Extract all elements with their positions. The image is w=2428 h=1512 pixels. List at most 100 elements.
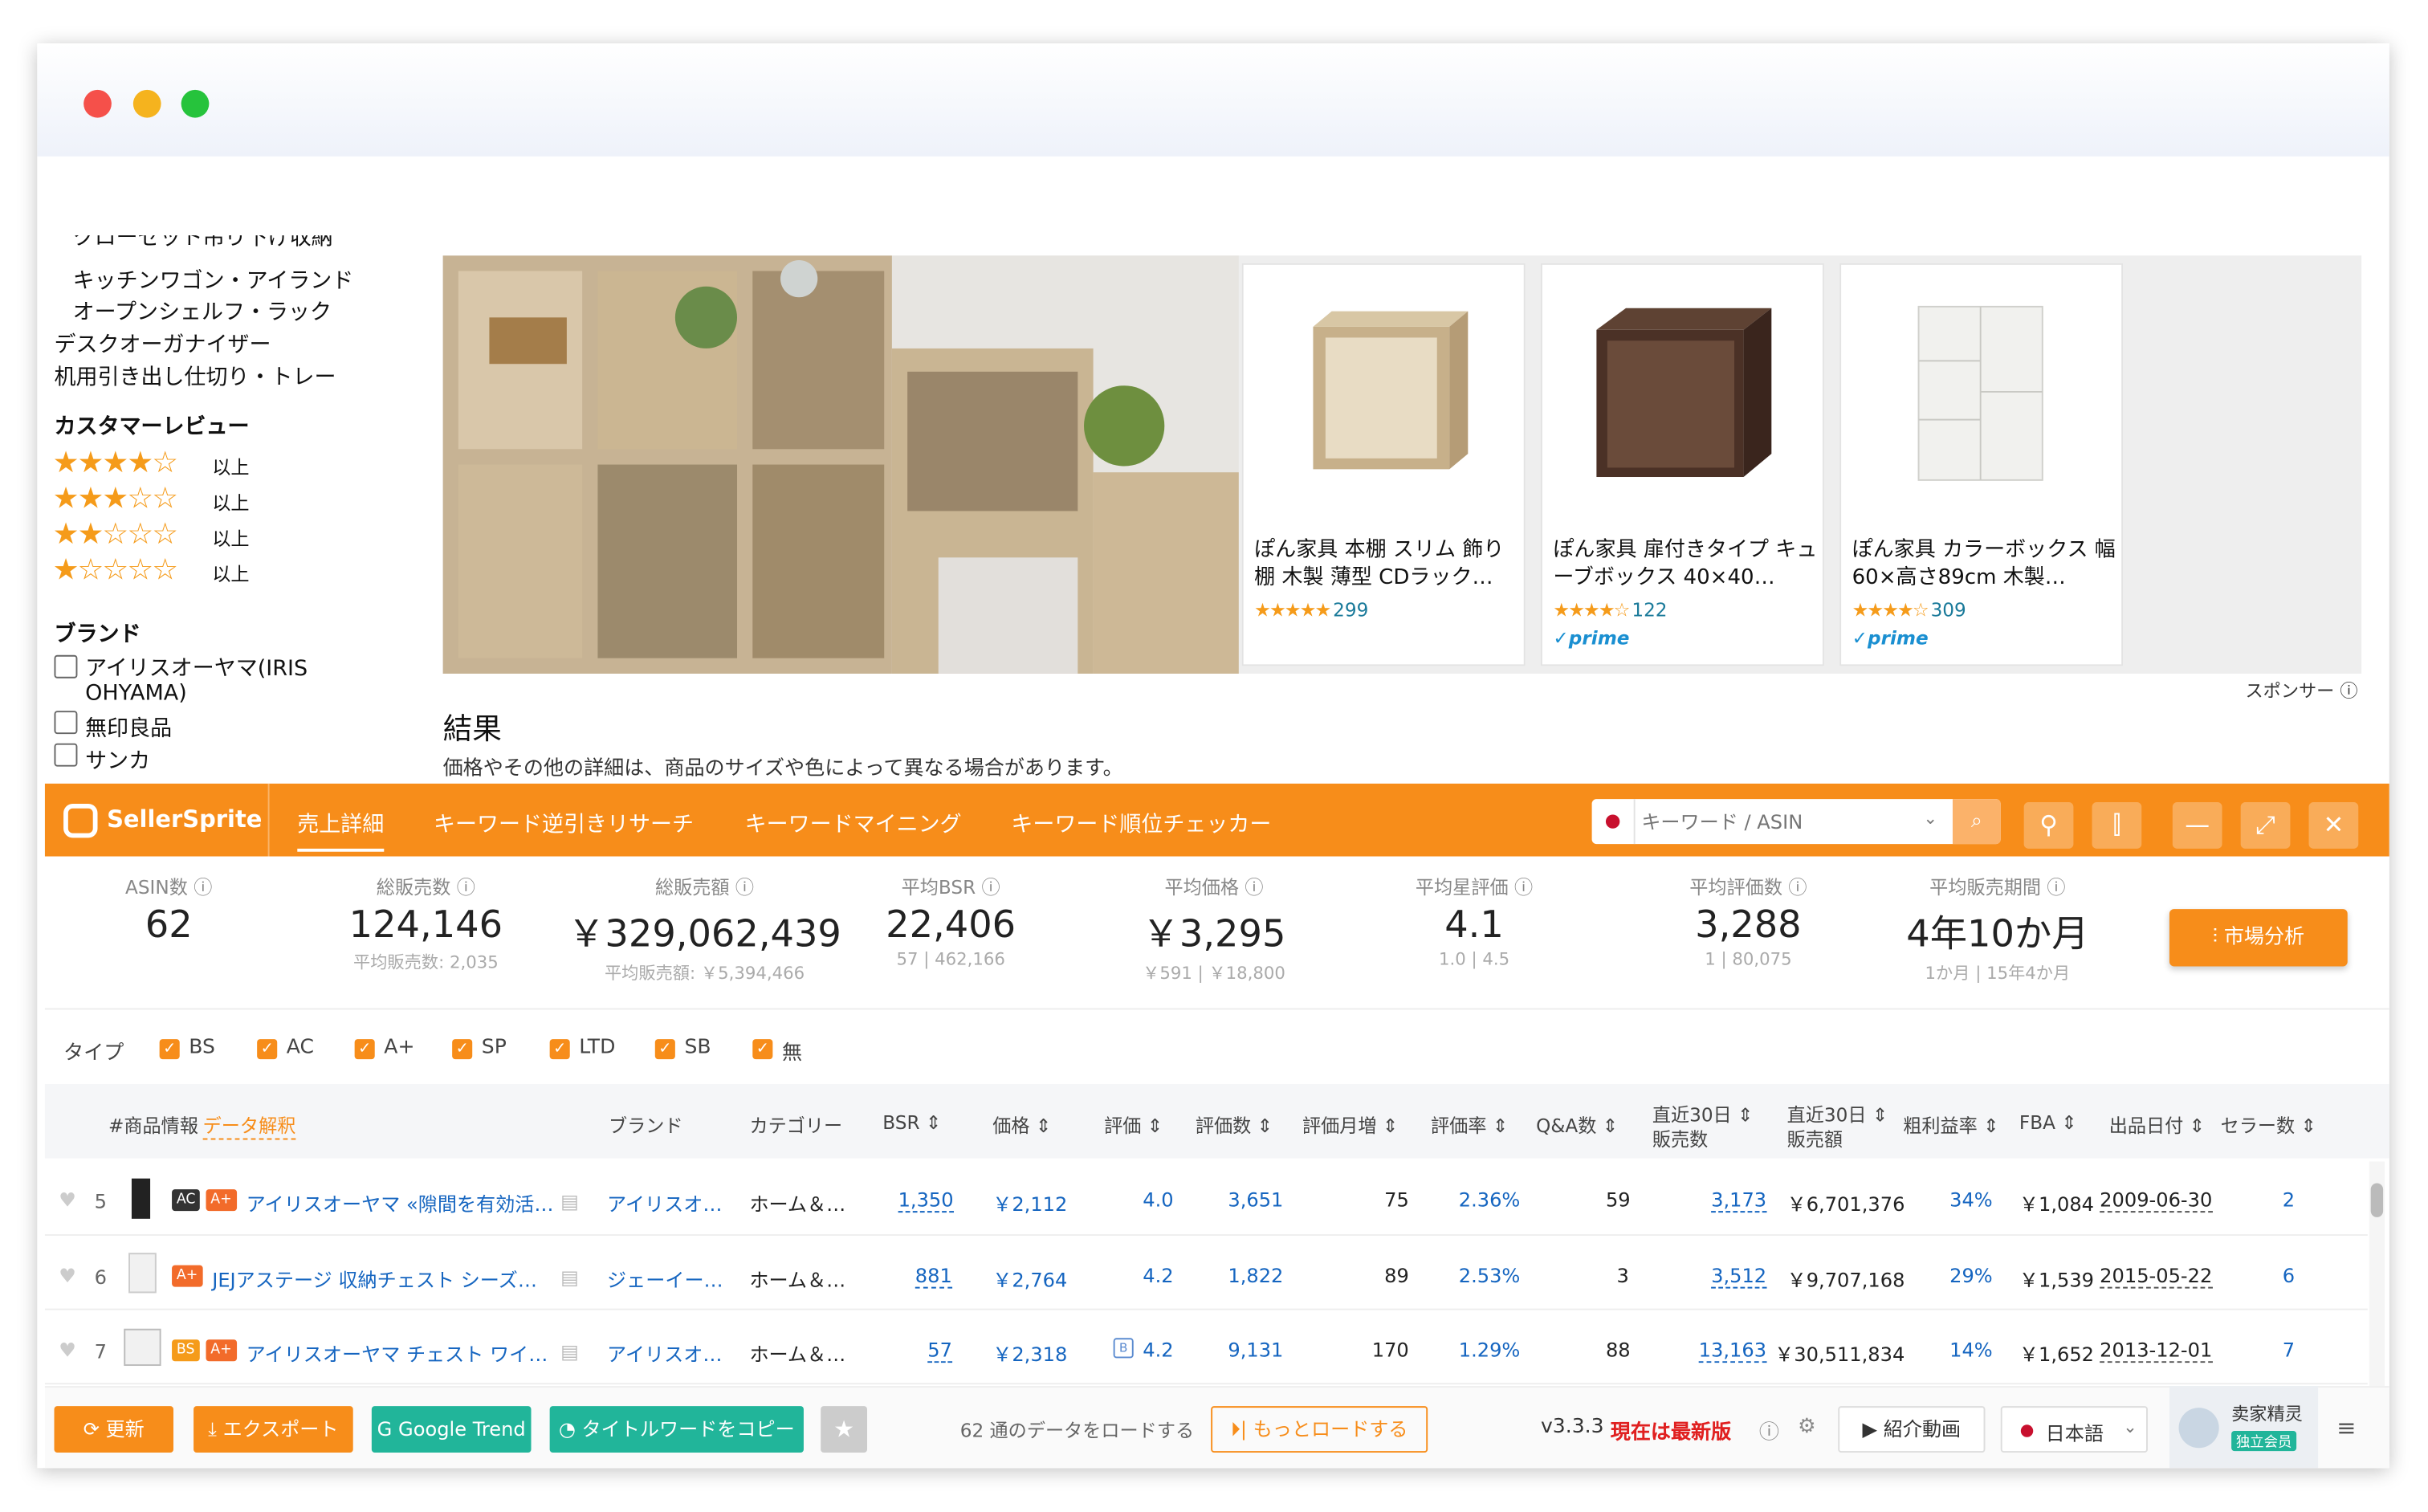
- tab-reverse-keyword[interactable]: キーワード逆引きリサーチ: [434, 809, 694, 840]
- help-icon[interactable]: ⓘ: [1759, 1416, 1779, 1445]
- brand-cell[interactable]: ジェーイー…: [607, 1264, 723, 1294]
- export-button[interactable]: ⤓ エクスポート: [194, 1406, 353, 1453]
- gear-icon[interactable]: ⚙: [1798, 1416, 1815, 1439]
- keyword-asin-input[interactable]: [1641, 805, 1921, 838]
- tab-keyword-mining[interactable]: キーワードマイニング: [745, 809, 962, 840]
- product-thumbnail[interactable]: [128, 1253, 157, 1294]
- stars-3-icon[interactable]: ★★★☆☆: [53, 482, 179, 516]
- product-title-link[interactable]: アイリスオーヤマ «隙間を有効活…: [246, 1188, 554, 1217]
- review-up-label[interactable]: 以上: [212, 525, 249, 552]
- type-label-ac[interactable]: AC: [287, 1036, 314, 1059]
- category-link-kitchen[interactable]: キッチンワゴン・アイランド: [73, 265, 354, 296]
- type-checkbox-sp[interactable]: ✓: [452, 1039, 473, 1060]
- menu-icon[interactable]: ≡: [2336, 1414, 2356, 1442]
- review-up-label[interactable]: 以上: [212, 489, 249, 516]
- search-icon[interactable]: ⌕: [1952, 799, 2001, 845]
- bsr-cell[interactable]: 881: [915, 1264, 952, 1289]
- sponsored-product-card[interactable]: ぽん家具 本棚 スリム 飾り棚 木製 薄型 CDラック… ★★★★★ 299: [1241, 263, 1526, 666]
- account-panel[interactable]: 卖家精灵 独立会员: [2169, 1386, 2319, 1469]
- product-title[interactable]: ぽん家具 本棚 スリム 飾り棚 木製 薄型 CDラック…: [1254, 536, 1521, 591]
- header-monthly-reviews[interactable]: 評価月増 ⇕: [1302, 1112, 1398, 1139]
- category-link-cut[interactable]: クローゼット吊り下げ収納: [73, 235, 333, 251]
- stars-2-icon[interactable]: ★★☆☆☆: [53, 517, 179, 551]
- header-price[interactable]: 価格 ⇕: [992, 1112, 1051, 1139]
- close-window-button[interactable]: [84, 89, 112, 118]
- filter-icon[interactable]: ⚲: [2023, 802, 2074, 849]
- brand-checkbox[interactable]: [54, 743, 78, 767]
- scrollbar-thumb[interactable]: [2370, 1183, 2384, 1217]
- settings-sliders-icon[interactable]: ⫿: [2092, 802, 2142, 849]
- brand-label-muji[interactable]: 無印良品: [85, 712, 172, 744]
- expand-icon[interactable]: ⤢: [2240, 802, 2291, 849]
- type-label-ltd[interactable]: LTD: [579, 1036, 615, 1059]
- type-label-sb[interactable]: SB: [684, 1036, 711, 1059]
- type-checkbox-aplus[interactable]: ✓: [354, 1039, 375, 1060]
- header-rating[interactable]: 評価 ⇕: [1104, 1112, 1163, 1139]
- category-link-desk[interactable]: デスクオーガナイザー: [55, 328, 271, 360]
- header-reviews[interactable]: 評価数 ⇕: [1196, 1112, 1273, 1139]
- brand-checkbox[interactable]: [54, 654, 78, 679]
- close-icon[interactable]: ✕: [2308, 802, 2359, 849]
- market-analysis-button[interactable]: ⫶ 市場分析: [2169, 909, 2348, 967]
- product-title-link[interactable]: アイリスオーヤマ チェスト ワイ…: [246, 1338, 548, 1367]
- header-bsr[interactable]: BSR ⇕: [882, 1112, 941, 1134]
- refresh-button[interactable]: ⟳ 更新: [54, 1406, 174, 1453]
- brand-checkbox[interactable]: [54, 711, 78, 735]
- google-trend-button[interactable]: G Google Trend: [371, 1406, 532, 1453]
- type-label-sp[interactable]: SP: [482, 1036, 507, 1059]
- type-checkbox-sb[interactable]: ✓: [654, 1039, 675, 1060]
- stars-1-icon[interactable]: ★☆☆☆☆: [53, 553, 179, 587]
- date-cell[interactable]: 2013-12-01: [2100, 1338, 2213, 1363]
- review-up-label[interactable]: 以上: [212, 454, 249, 480]
- rating-count[interactable]: 309: [1931, 599, 1966, 621]
- product-title-link[interactable]: JEJアステージ 収納チェスト シーズ…: [212, 1264, 537, 1294]
- header-fba[interactable]: FBA ⇕: [2019, 1112, 2077, 1134]
- chevron-down-icon[interactable]: ⌄: [1923, 809, 1937, 829]
- copy-title-words-button[interactable]: ◔ タイトルワードをコピー: [549, 1406, 804, 1453]
- review-up-label[interactable]: 以上: [212, 560, 249, 587]
- product-rating[interactable]: ★★★★★ 299: [1254, 599, 1368, 621]
- sales-cell[interactable]: 13,163: [1698, 1338, 1767, 1363]
- document-icon[interactable]: ▤: [560, 1339, 579, 1363]
- type-checkbox-ltd[interactable]: ✓: [549, 1039, 570, 1060]
- heart-icon[interactable]: ♥: [59, 1188, 76, 1211]
- header-date[interactable]: 出品日付 ⇕: [2109, 1112, 2205, 1139]
- header-rating-rate[interactable]: 評価率 ⇕: [1431, 1112, 1508, 1139]
- rating-count[interactable]: 122: [1632, 599, 1667, 621]
- rating-count[interactable]: 299: [1333, 599, 1368, 621]
- load-more-button[interactable]: ⏵| もっとロードする: [1211, 1406, 1428, 1453]
- type-checkbox-none[interactable]: ✓: [752, 1039, 773, 1060]
- category-link-shelf[interactable]: オープンシェルフ・ラック: [73, 295, 332, 327]
- date-cell[interactable]: 2015-05-22: [2100, 1264, 2213, 1289]
- data-interpretation-link[interactable]: データ解釈: [202, 1112, 296, 1140]
- sellers-cell[interactable]: 2: [2283, 1188, 2295, 1211]
- product-rating[interactable]: ★★★★☆ 309: [1852, 599, 1966, 621]
- category-link-drawer[interactable]: 机用引き出し仕切り・トレー: [55, 361, 336, 392]
- sellers-cell[interactable]: 6: [2283, 1264, 2295, 1287]
- type-label-bs[interactable]: BS: [189, 1036, 215, 1059]
- intro-video-button[interactable]: ▶ 紹介動画: [1838, 1406, 1986, 1453]
- header-sellers[interactable]: セラー数 ⇕: [2221, 1112, 2316, 1139]
- document-icon[interactable]: ▤: [560, 1189, 579, 1212]
- date-cell[interactable]: 2009-06-30: [2100, 1188, 2213, 1213]
- sales-cell[interactable]: 3,173: [1711, 1188, 1767, 1213]
- scrollbar-track[interactable]: [2369, 1161, 2385, 1387]
- product-title[interactable]: ぽん家具 扉付きタイプ キューブボックス 40×40…: [1553, 536, 1819, 591]
- stars-4-icon[interactable]: ★★★★☆: [53, 446, 179, 479]
- search-box[interactable]: ⌄ ⌕: [1591, 799, 2001, 845]
- heart-icon[interactable]: ♥: [59, 1338, 76, 1361]
- brand-label-iris[interactable]: アイリスオーヤマ(IRIS OHYAMA): [85, 657, 348, 707]
- product-title[interactable]: ぽん家具 カラーボックス 幅60×高さ89cm 木製…: [1852, 536, 2119, 591]
- tab-rank-checker[interactable]: キーワード順位チェッカー: [1011, 809, 1271, 840]
- product-thumbnail[interactable]: [124, 1328, 161, 1367]
- language-select[interactable]: 日本語 ⌄: [2000, 1406, 2148, 1453]
- brand-label-sanka[interactable]: サンカ: [85, 745, 150, 776]
- tab-sales-detail[interactable]: 売上詳細: [297, 809, 385, 852]
- brand-cell[interactable]: アイリスオ…: [607, 1188, 722, 1217]
- minimize-window-button[interactable]: [132, 89, 161, 118]
- minimize-icon[interactable]: —: [2172, 802, 2222, 849]
- product-thumbnail[interactable]: [131, 1178, 151, 1219]
- type-checkbox-bs[interactable]: ✓: [159, 1039, 180, 1060]
- header-qa[interactable]: Q&A数 ⇕: [1536, 1112, 1618, 1139]
- sponsored-product-card[interactable]: ぽん家具 カラーボックス 幅60×高さ89cm 木製… ★★★★☆ 309 ✓pr…: [1839, 263, 2124, 666]
